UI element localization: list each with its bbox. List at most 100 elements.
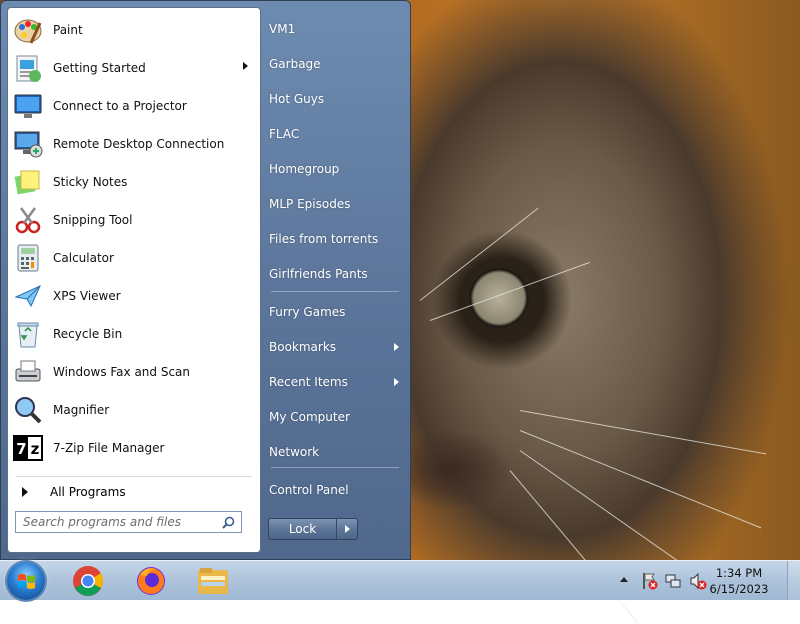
program-label: Magnifier (53, 403, 110, 417)
places-link-label: Files from torrents (269, 232, 379, 246)
taskbar: 1:34 PM 6/15/2023 (0, 560, 800, 600)
program-label: Recycle Bin (53, 327, 123, 341)
places-link[interactable]: Hot Guys (269, 84, 405, 114)
fax-scan-icon (12, 356, 44, 388)
all-programs-label: All Programs (50, 485, 126, 499)
program-item[interactable]: XPS Viewer (12, 278, 256, 314)
program-item[interactable]: Getting Started (12, 50, 256, 86)
places-link-label: Hot Guys (269, 92, 325, 106)
calculator-icon (12, 242, 44, 274)
program-label: Snipping Tool (53, 213, 133, 227)
program-item[interactable]: Windows Fax and Scan (12, 354, 256, 390)
places-link[interactable]: Homegroup (269, 154, 405, 184)
lock-button[interactable]: Lock (268, 518, 358, 540)
places-link-label: VM1 (269, 22, 296, 36)
programs-pane: Paint Getting Started Connect to a Project… (7, 7, 261, 553)
remote-desktop-icon (12, 128, 44, 160)
program-label: Sticky Notes (53, 175, 128, 189)
program-item[interactable]: Remote Desktop Connection (12, 126, 256, 162)
search-icon[interactable] (222, 516, 235, 529)
chrome-icon (73, 566, 104, 596)
programs-separator (16, 476, 252, 477)
svg-text:z: z (31, 440, 40, 458)
places-link-label: Bookmarks (269, 340, 337, 354)
places-link[interactable]: Recent Items (269, 367, 405, 397)
getting-started-icon (12, 52, 44, 84)
show-desktop-button[interactable] (787, 561, 800, 600)
chrome-taskbar-button[interactable] (68, 563, 108, 599)
snipping-tool-icon (12, 204, 44, 236)
firefox-taskbar-button[interactable] (131, 563, 171, 599)
places-link[interactable]: Garbage (269, 49, 405, 79)
submenu-arrow-icon (394, 343, 399, 351)
places-link[interactable]: Bookmarks (269, 332, 405, 362)
system-tray: 1:34 PM 6/15/2023 (600, 561, 800, 601)
places-link[interactable]: Control Panel (269, 475, 405, 505)
program-item[interactable]: Snipping Tool (12, 202, 256, 238)
action-center-icon[interactable] (640, 572, 658, 590)
sticky-notes-icon (12, 166, 44, 198)
network-icon[interactable] (664, 572, 682, 590)
places-link-label: Garbage (269, 57, 321, 71)
recycle-bin-icon (12, 318, 44, 350)
show-hidden-icons-arrow[interactable] (620, 577, 628, 582)
places-link-label: Homegroup (269, 162, 340, 176)
places-link[interactable]: Girlfriends Pants (269, 259, 405, 289)
clock[interactable]: 1:34 PM 6/15/2023 (704, 565, 774, 597)
places-link[interactable]: My Computer (269, 402, 405, 432)
explorer-taskbar-button[interactable] (193, 563, 233, 599)
places-link-label: My Computer (269, 410, 350, 424)
magnifier-icon (12, 394, 44, 426)
places-separator (271, 291, 399, 292)
places-link-label: Girlfriends Pants (269, 267, 368, 281)
clock-time: 1:34 PM (715, 566, 763, 580)
svg-text:7: 7 (16, 440, 26, 458)
paint-icon (12, 14, 44, 46)
clock-date: 6/15/2023 (709, 582, 769, 596)
start-menu: Paint Getting Started Connect to a Project… (0, 0, 411, 560)
program-label: Windows Fax and Scan (53, 365, 191, 379)
7zip-icon: 7z (12, 432, 44, 464)
program-item[interactable]: Paint (12, 12, 256, 48)
places-link[interactable]: VM1 (269, 14, 405, 44)
firefox-icon (137, 567, 165, 595)
program-item[interactable]: Recycle Bin (12, 316, 256, 352)
program-label: Remote Desktop Connection (53, 137, 225, 151)
places-link[interactable]: Network (269, 437, 405, 467)
lock-button-label[interactable]: Lock (269, 519, 336, 539)
program-item[interactable]: 7 z 7-Zip File Manager (12, 430, 256, 466)
file-explorer-icon (198, 568, 228, 594)
projector-icon (12, 90, 44, 122)
places-link-label: Furry Games (269, 305, 346, 319)
program-label: Paint (53, 23, 83, 37)
shutdown-options-button[interactable] (336, 519, 357, 539)
places-link-label: Recent Items (269, 375, 348, 389)
program-label: 7-Zip File Manager (53, 441, 165, 455)
chevron-right-icon (344, 525, 350, 533)
search-input[interactable] (21, 514, 215, 530)
xps-viewer-icon (12, 280, 44, 312)
program-label: XPS Viewer (53, 289, 121, 303)
search-box[interactable] (15, 511, 242, 533)
places-link[interactable]: MLP Episodes (269, 189, 405, 219)
program-item[interactable]: Magnifier (12, 392, 256, 428)
windows-logo-icon (18, 574, 35, 589)
places-link[interactable]: Furry Games (269, 297, 405, 327)
submenu-arrow-icon (394, 378, 399, 386)
places-link-label: Network (269, 445, 320, 459)
submenu-arrow-icon (243, 62, 248, 70)
program-item[interactable]: Connect to a Projector (12, 88, 256, 124)
program-item[interactable]: Calculator (12, 240, 256, 276)
places-link[interactable]: FLAC (269, 119, 405, 149)
expand-arrow-icon (22, 487, 28, 497)
program-label: Connect to a Projector (53, 99, 187, 113)
program-label: Getting Started (53, 61, 146, 75)
places-separator (271, 467, 399, 468)
start-button[interactable] (7, 562, 45, 600)
all-programs-button[interactable]: All Programs (14, 480, 252, 504)
program-item[interactable]: Sticky Notes (12, 164, 256, 200)
places-link-label: MLP Episodes (269, 197, 351, 211)
places-link-label: Control Panel (269, 483, 349, 497)
places-link[interactable]: Files from torrents (269, 224, 405, 254)
places-link-label: FLAC (269, 127, 300, 141)
